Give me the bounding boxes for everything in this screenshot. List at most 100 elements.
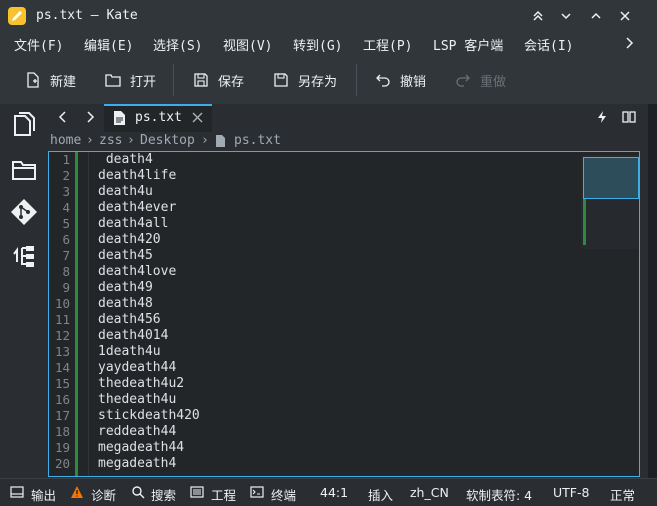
- line-number: 9: [62, 280, 70, 295]
- code-line[interactable]: death45: [98, 248, 153, 263]
- line-number: 19: [54, 440, 70, 455]
- save-as-label: 另存为: [298, 74, 338, 90]
- code-line[interactable]: thedeath4u: [98, 392, 176, 407]
- undo-icon: [376, 74, 390, 87]
- search-button[interactable]: 搜索: [151, 485, 176, 504]
- code-line[interactable]: death4all: [98, 216, 168, 231]
- code-line[interactable]: death4ever: [98, 200, 176, 215]
- code-line[interactable]: yaydeath44: [98, 360, 176, 375]
- tab-label: ps.txt: [135, 110, 182, 125]
- line-number: 11: [54, 312, 70, 327]
- undo-label: 撤销: [400, 74, 427, 90]
- documents-icon[interactable]: [10, 110, 38, 138]
- line-number: 15: [54, 376, 70, 391]
- code-line[interactable]: death4014: [98, 328, 168, 343]
- close-icon[interactable]: [617, 8, 633, 24]
- redo-icon: [456, 74, 470, 87]
- breadcrumb-separator: ›: [86, 133, 94, 148]
- git-icon[interactable]: [10, 198, 38, 226]
- menu-overflow-chevron-icon[interactable]: [622, 36, 636, 50]
- save-label: 保存: [218, 74, 245, 90]
- code-line[interactable]: death48: [98, 296, 153, 311]
- menu-sessions[interactable]: 会话(I): [524, 35, 573, 54]
- code-line[interactable]: reddeath44: [98, 424, 176, 439]
- code-line[interactable]: megadeath44: [98, 440, 184, 455]
- line-number: 5: [62, 216, 70, 231]
- open-button[interactable]: 打开: [104, 62, 156, 98]
- diagnostics-warning-icon: [71, 486, 83, 498]
- code-line[interactable]: death4love: [98, 264, 176, 279]
- project-icon: [190, 486, 204, 498]
- tab-forward-chevron-icon[interactable]: [83, 110, 97, 124]
- search-icon: [132, 486, 145, 499]
- line-number: 20: [54, 456, 70, 471]
- code-line[interactable]: death420: [98, 232, 161, 247]
- open-label: 打开: [130, 74, 157, 90]
- line-number: 16: [54, 392, 70, 407]
- line-number: 7: [62, 248, 70, 263]
- breadcrumb-file-icon: [216, 135, 225, 147]
- save-as-button[interactable]: 另存为: [272, 62, 337, 98]
- new-document-icon: [27, 72, 39, 88]
- line-number: 1: [62, 152, 70, 167]
- gutter-separator: [88, 152, 89, 476]
- minimize-icon[interactable]: [558, 8, 574, 24]
- menu-view[interactable]: 视图(V): [223, 35, 272, 54]
- menu-lsp-client[interactable]: LSP 客户端: [433, 35, 503, 54]
- keep-above-icon[interactable]: [530, 8, 546, 24]
- redo-label: 重做: [480, 74, 507, 90]
- code-line[interactable]: death4life: [98, 168, 176, 183]
- symbol-outline-icon[interactable]: [10, 242, 38, 270]
- folder-open-icon: [105, 74, 121, 87]
- indentation-setting[interactable]: 软制表符: 4: [466, 485, 532, 504]
- project-button[interactable]: 工程: [211, 485, 236, 504]
- line-number: 13: [54, 344, 70, 359]
- save-button[interactable]: 保存: [192, 62, 244, 98]
- breadcrumb-file[interactable]: ps.txt: [234, 133, 281, 148]
- menu-selection[interactable]: 选择(S): [153, 35, 202, 54]
- terminal-icon: [250, 486, 264, 498]
- menu-project[interactable]: 工程(P): [363, 35, 412, 54]
- language-indicator[interactable]: zh_CN: [410, 485, 449, 500]
- diagnostics-button[interactable]: 诊断: [91, 485, 116, 504]
- breadcrumb-desktop[interactable]: Desktop: [140, 133, 195, 148]
- minimap-viewport[interactable]: [583, 157, 639, 199]
- window-title: ps.txt — Kate: [36, 8, 138, 23]
- text-file-icon: [114, 111, 125, 125]
- menu-goto[interactable]: 转到(G): [293, 35, 342, 54]
- filesystem-browser-icon[interactable]: [10, 156, 38, 184]
- line-number: 6: [62, 232, 70, 247]
- quick-open-icon[interactable]: [596, 111, 608, 123]
- line-number: 18: [54, 424, 70, 439]
- menu-file[interactable]: 文件(F): [14, 35, 63, 54]
- code-line[interactable]: 1death4u: [98, 344, 161, 359]
- code-line[interactable]: death456: [98, 312, 161, 327]
- menu-edit[interactable]: 编辑(E): [84, 35, 133, 54]
- tab-close-icon[interactable]: [192, 112, 203, 123]
- terminal-button[interactable]: 终端: [271, 485, 296, 504]
- tab-back-chevron-icon[interactable]: [56, 110, 70, 124]
- eol-mode[interactable]: 正常: [610, 485, 635, 504]
- maximize-icon[interactable]: [588, 8, 604, 24]
- code-line[interactable]: death4: [98, 152, 153, 167]
- code-line[interactable]: thedeath4u2: [98, 376, 184, 391]
- encoding-indicator[interactable]: UTF-8: [553, 485, 589, 500]
- kate-app-icon: [8, 7, 26, 25]
- split-view-icon[interactable]: [622, 111, 636, 123]
- line-number: 17: [54, 408, 70, 423]
- input-mode[interactable]: 插入: [368, 485, 393, 504]
- new-button[interactable]: 新建: [24, 62, 76, 98]
- breadcrumb-home[interactable]: home: [50, 133, 81, 148]
- breadcrumb-zss[interactable]: zss: [99, 133, 122, 148]
- output-button[interactable]: 输出: [31, 485, 56, 504]
- redo-button[interactable]: 重做: [454, 62, 506, 98]
- breadcrumb-separator: ›: [201, 133, 209, 148]
- code-line[interactable]: stickdeath420: [98, 408, 200, 423]
- code-line[interactable]: death4u: [98, 184, 153, 199]
- code-line[interactable]: megadeath4: [98, 456, 176, 471]
- cursor-position[interactable]: 44:1: [320, 485, 348, 500]
- toolbar-separator: [356, 64, 357, 96]
- undo-button[interactable]: 撤销: [374, 62, 426, 98]
- code-line[interactable]: death49: [98, 280, 153, 295]
- window-edge: [648, 104, 657, 478]
